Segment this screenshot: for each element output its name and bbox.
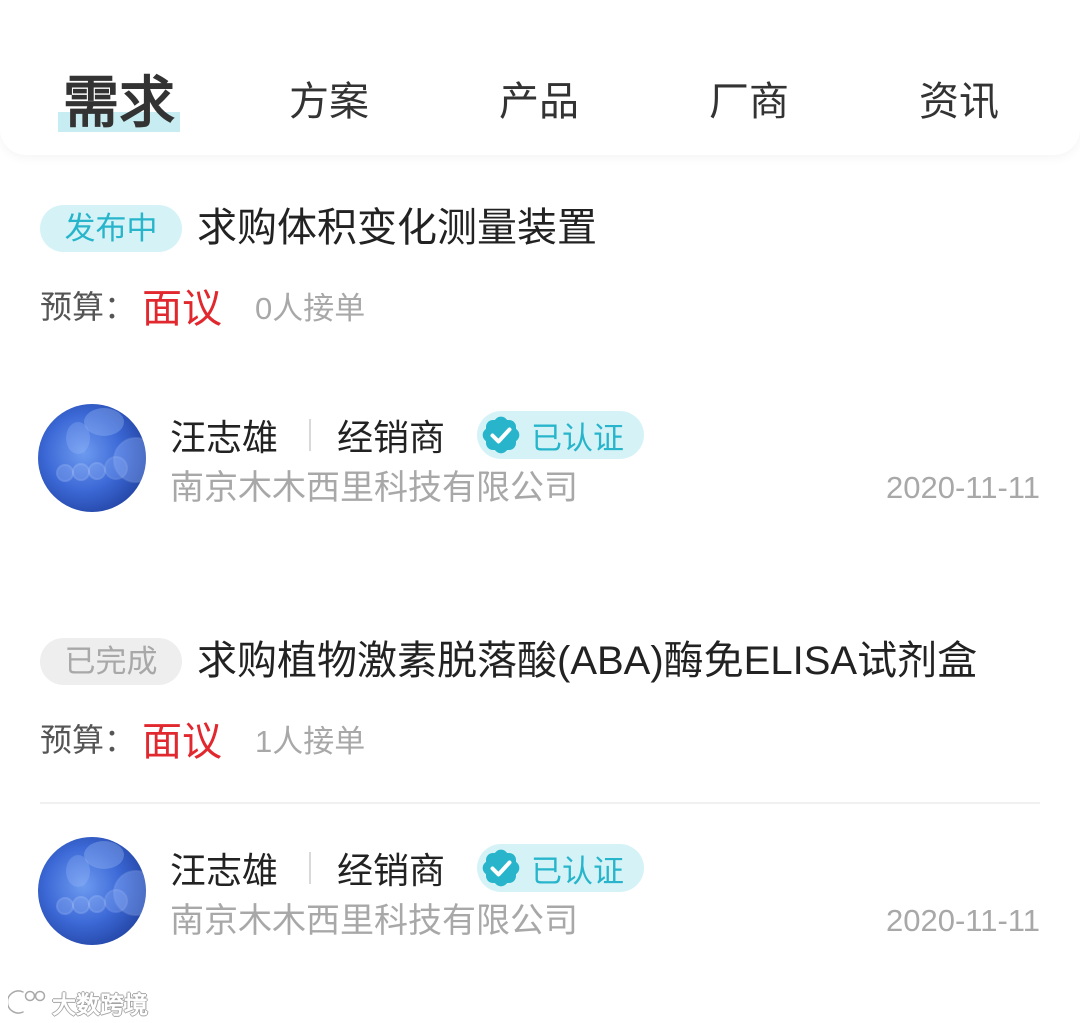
avatar-image [38, 404, 146, 512]
divider [309, 419, 312, 451]
demand-title[interactable]: 求购体积变化测量装置 [197, 203, 597, 253]
order-count: 1人接单 [255, 723, 366, 759]
publish-date: 2020-11-11 [886, 470, 1040, 505]
dashu-logo-icon [8, 988, 46, 1016]
watermark: 大数跨境 [8, 986, 148, 1019]
status-badge: 发布中 [40, 205, 182, 252]
tab-list: 需求 方案 产品 厂商 资讯 [14, 62, 1064, 134]
verified-badge: 已认证 [477, 844, 645, 892]
budget-value: 面议 [142, 720, 223, 764]
verified-check-icon-svg [482, 416, 520, 454]
verified-check-icon [477, 844, 525, 892]
tab-product[interactable]: 产品 [434, 62, 644, 134]
demand-card[interactable]: 已完成 求购植物激素脱落酸(ABA)酶免ELISA试剂盒 预算： 面议 1人接单 [0, 623, 1080, 953]
demand-card[interactable]: 发布中 求购体积变化测量装置 预算： 面议 0人接单 汪志雄 经销商 已认证 南… [0, 190, 1080, 520]
publisher-role: 经销商 [337, 850, 446, 891]
avatar-image [38, 837, 146, 945]
publish-date: 2020-11-11 [886, 903, 1040, 938]
budget-label: 预算： [40, 722, 137, 758]
budget-label: 预算： [40, 289, 137, 325]
budget-row: 预算： 面议 0人接单 [40, 280, 366, 331]
tab-label: 方案 [289, 80, 369, 124]
tab-bar: 需求 方案 产品 厂商 资讯 [0, 0, 1080, 155]
demand-title[interactable]: 求购植物激素脱落酸(ABA)酶免ELISA试剂盒 [197, 636, 977, 686]
watermark-text: 大数跨境 [52, 991, 148, 1019]
budget-value: 面议 [142, 287, 223, 331]
tab-vendor[interactable]: 厂商 [644, 62, 854, 134]
tab-news[interactable]: 资讯 [854, 62, 1064, 134]
tab-demand[interactable]: 需求 [14, 62, 224, 134]
status-badge: 已完成 [40, 638, 182, 685]
avatar[interactable] [38, 404, 146, 512]
order-count: 0人接单 [255, 290, 366, 326]
tab-label: 厂商 [709, 80, 789, 124]
verified-check-icon-svg [482, 849, 520, 887]
publisher-name[interactable]: 汪志雄 [170, 842, 278, 894]
card-divider [40, 802, 1040, 804]
tab-label: 需求 [63, 70, 175, 134]
divider [309, 852, 312, 884]
verified-check-icon [477, 411, 525, 459]
publisher-role: 经销商 [337, 417, 446, 458]
budget-row: 预算： 面议 1人接单 [40, 713, 366, 764]
avatar[interactable] [38, 837, 146, 945]
verified-label: 已认证 [531, 853, 625, 889]
verified-label: 已认证 [531, 420, 625, 456]
company-name: 南京木木西里科技有限公司 [170, 902, 578, 940]
publisher-info: 汪志雄 经销商 已认证 [170, 842, 645, 894]
company-name: 南京木木西里科技有限公司 [170, 469, 578, 507]
tab-solution[interactable]: 方案 [224, 62, 434, 134]
tab-label: 资讯 [919, 80, 999, 124]
publisher-name[interactable]: 汪志雄 [170, 409, 278, 461]
verified-badge: 已认证 [477, 411, 645, 459]
publisher-info: 汪志雄 经销商 已认证 [170, 409, 645, 461]
tab-label: 产品 [499, 80, 579, 124]
